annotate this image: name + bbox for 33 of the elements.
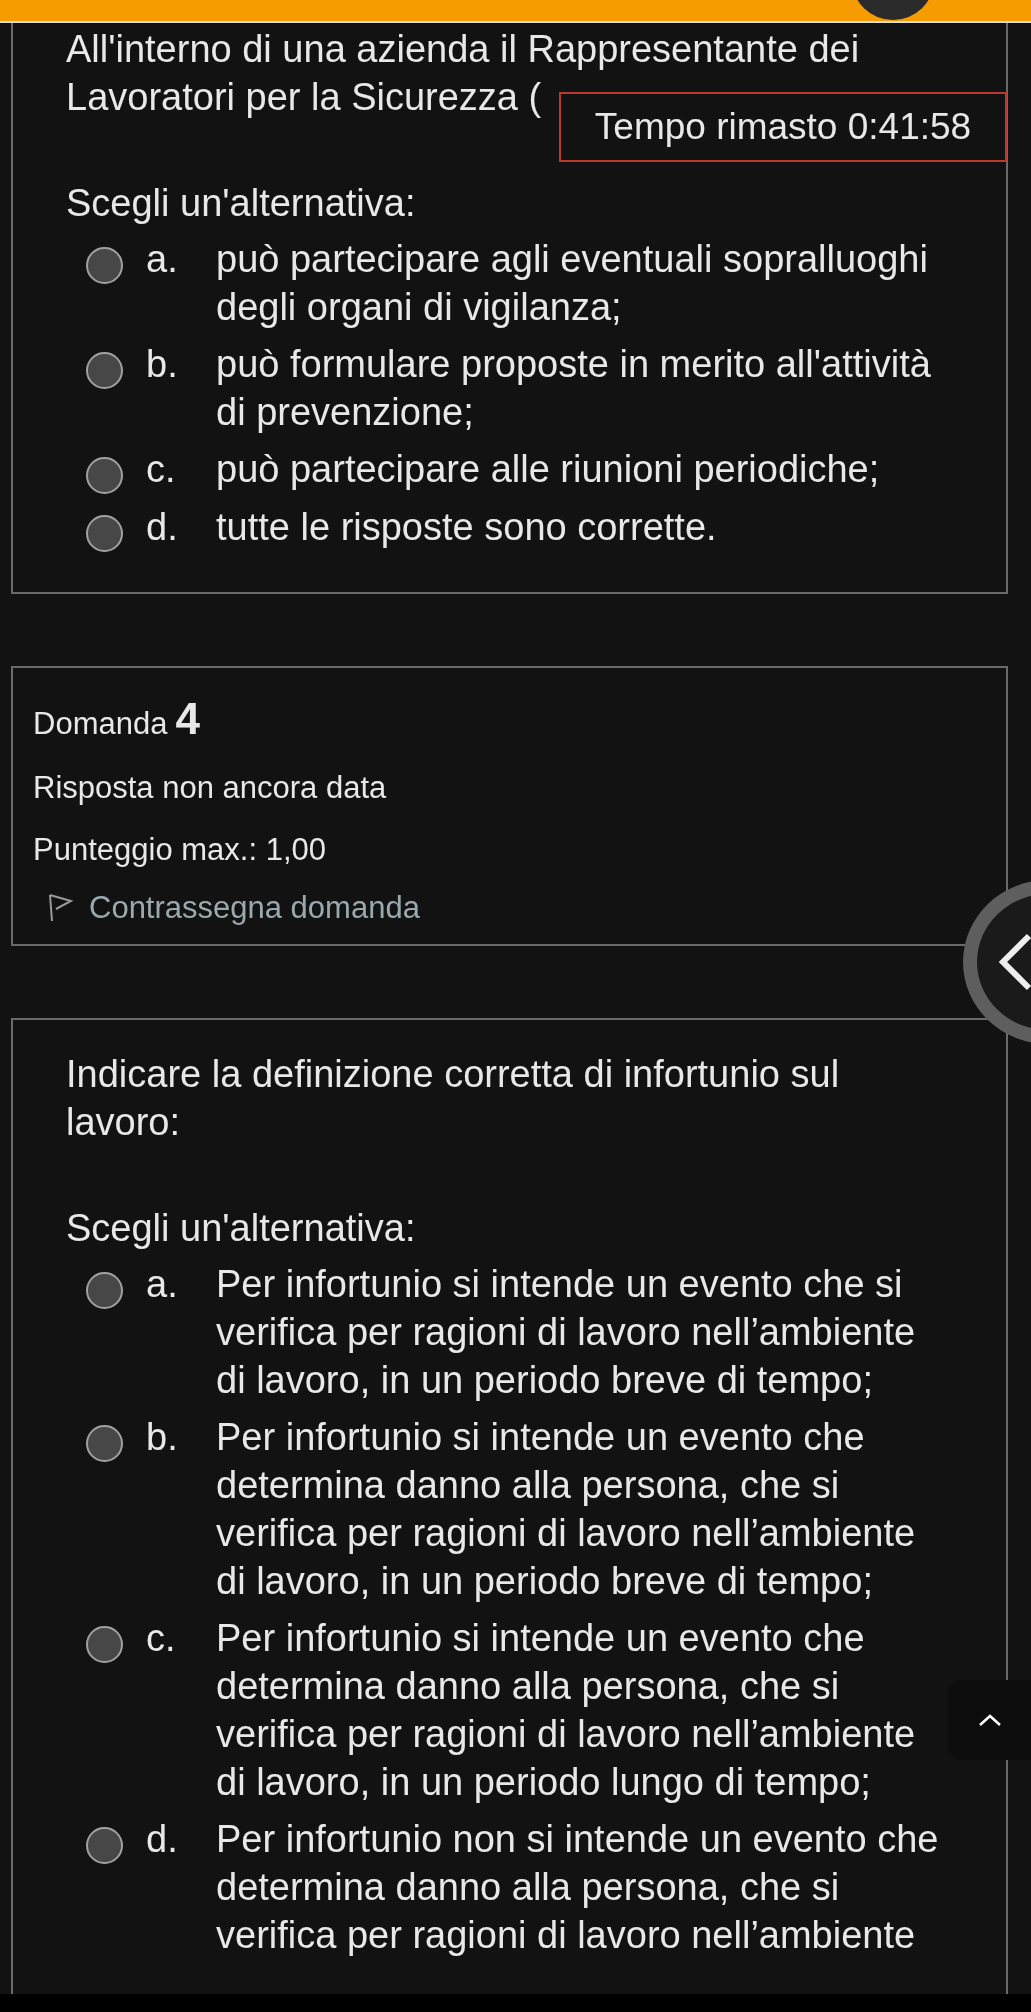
- radio-button[interactable]: [86, 515, 123, 552]
- option-text[interactable]: Per infortunio si intende un evento che determina danno alla persona, che si verifica per ragioni di lavoro nell’ambiente di lavoro, in un periodo lungo di tempo;: [216, 1614, 951, 1806]
- radio-button[interactable]: [86, 1425, 123, 1462]
- option-text[interactable]: può partecipare agli eventuali sopralluoghi degli organi di vigilanza;: [216, 235, 951, 331]
- option-text[interactable]: può formulare proposte in merito all'attività di prevenzione;: [216, 340, 951, 436]
- question-text: Indicare la definizione corretta di infortunio sul lavoro:: [66, 1052, 841, 1145]
- answer-status: Risposta non ancora data: [33, 770, 388, 806]
- option-letter: b.: [146, 1415, 179, 1460]
- chevron-up-icon: [977, 1713, 1002, 1727]
- radio-button[interactable]: [86, 1626, 123, 1663]
- radio-button[interactable]: [86, 1272, 123, 1309]
- flag-question-link[interactable]: Contrassegna domanda: [89, 890, 420, 926]
- option-text[interactable]: può partecipare alle riunioni periodiche;: [216, 445, 951, 493]
- option-text[interactable]: Per infortunio non si intende un evento che determina danno alla persona, che si verifica per ragioni di lavoro nell’ambiente: [216, 1815, 951, 1959]
- max-score: Punteggio max.: 1,00: [33, 832, 327, 868]
- option-letter: d.: [146, 1817, 179, 1862]
- radio-button[interactable]: [86, 352, 123, 389]
- option-letter: a.: [146, 237, 179, 282]
- question-label: Domanda: [33, 706, 168, 742]
- answer-prompt: Scegli un'alternativa:: [66, 1206, 417, 1251]
- option-text[interactable]: Per infortunio si intende un evento che determina danno alla persona, che si verifica per ragioni di lavoro nell’ambiente di lavoro, in un periodo breve di tempo;: [216, 1413, 951, 1605]
- option-letter: c.: [146, 1616, 177, 1661]
- option-letter: b.: [146, 342, 179, 387]
- option-letter: c.: [146, 447, 177, 492]
- answer-prompt: Scegli un'alternativa:: [66, 181, 417, 226]
- option-text[interactable]: tutte le risposte sono corrette.: [216, 503, 951, 551]
- question-number: 4: [175, 694, 200, 744]
- option-letter: a.: [146, 1262, 179, 1307]
- radio-button[interactable]: [86, 1827, 123, 1864]
- option-letter: d.: [146, 505, 179, 550]
- option-text[interactable]: Per infortunio si intende un evento che si verifica per ragioni di lavoro nell’ambiente di lavoro, in un periodo breve di tempo;: [216, 1260, 951, 1404]
- radio-button[interactable]: [86, 457, 123, 494]
- radio-button[interactable]: [86, 247, 123, 284]
